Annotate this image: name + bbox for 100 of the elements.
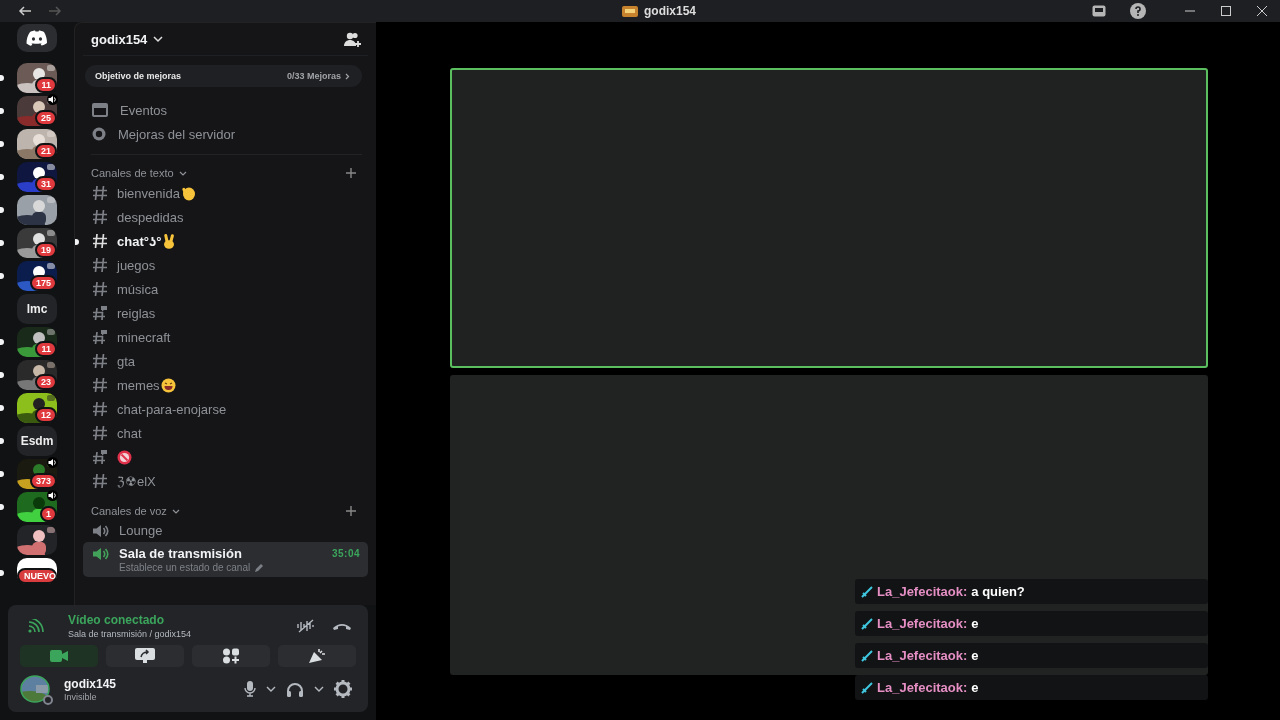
hash-icon <box>92 401 108 417</box>
headphones-icon[interactable] <box>286 681 304 697</box>
speaker-icon <box>92 523 110 538</box>
camera-button[interactable] <box>20 645 98 667</box>
call-timer: 35:04 <box>331 548 360 559</box>
victory-hand-icon <box>162 233 177 249</box>
chat-message: a quien? <box>971 584 1025 599</box>
hash-bubble-icon <box>92 305 108 321</box>
activity-icon <box>222 648 240 664</box>
plus-icon[interactable] <box>346 506 356 516</box>
menu-item[interactable]: Mejoras del servidor <box>83 126 368 142</box>
server-button[interactable]: 11 <box>17 63 57 93</box>
sword-icon <box>861 585 873 598</box>
server-button[interactable]: 12 <box>17 393 57 423</box>
chevron-down-icon[interactable] <box>178 170 187 176</box>
server-button[interactable]: 21 <box>17 129 57 159</box>
server-button[interactable]: 175 <box>17 261 57 291</box>
calendar-icon <box>92 103 108 117</box>
chat-author: La_Jefecitaok: <box>877 584 968 599</box>
channel-item[interactable]: chat <box>83 421 368 445</box>
chevron-right-icon <box>345 72 350 80</box>
soundboard-button[interactable] <box>278 645 356 667</box>
inbox-icon[interactable] <box>1092 5 1106 17</box>
server-button[interactable]: 19 <box>17 228 57 258</box>
hash-icon <box>92 185 108 201</box>
shield-icon <box>92 127 106 141</box>
channel-status-hint: Establece un estado de canal <box>119 562 251 573</box>
channel-item[interactable]: gta <box>83 349 368 373</box>
laughing-emoji-icon <box>160 377 176 393</box>
plus-icon[interactable] <box>346 168 356 178</box>
server-button[interactable]: lmc <box>17 294 57 324</box>
sword-icon <box>861 649 873 662</box>
channel-item[interactable]: memes <box>83 373 368 397</box>
hash-bubble-icon <box>92 329 108 345</box>
close-icon[interactable] <box>1256 5 1268 17</box>
server-button[interactable] <box>17 195 57 225</box>
chevron-down-icon[interactable] <box>266 686 276 692</box>
back-arrow-icon[interactable] <box>18 6 32 16</box>
window-title: godix154 <box>644 4 697 18</box>
menu-item[interactable]: Eventos <box>83 102 368 118</box>
category-header[interactable]: Canales de voz <box>91 505 167 517</box>
server-button[interactable]: 373 <box>17 459 57 489</box>
video-tile[interactable] <box>450 68 1208 368</box>
voice-channel-item[interactable]: Lounge <box>83 519 368 542</box>
signal-icon <box>28 619 44 633</box>
user-avatar[interactable] <box>20 675 50 703</box>
chat-author: La_Jefecitaok: <box>877 680 968 695</box>
mention-count: 11 <box>35 77 57 93</box>
activity-button[interactable] <box>192 645 270 667</box>
home-button[interactable] <box>17 24 57 52</box>
noise-suppression-icon[interactable] <box>296 619 316 633</box>
hang-up-icon[interactable] <box>332 621 352 631</box>
server-button[interactable]: 31 <box>17 162 57 192</box>
channel-item[interactable]: juegos <box>83 253 368 277</box>
boost-goal-bar[interactable]: Objetivo de mejoras 0/33 Mejoras <box>85 65 362 87</box>
channel-item[interactable]: música <box>83 277 368 301</box>
channel-item[interactable]: bienvenida <box>83 181 368 205</box>
settings-icon[interactable] <box>334 680 352 698</box>
sword-icon <box>861 681 873 694</box>
speaker-icon <box>92 546 110 561</box>
server-name[interactable]: godix154 <box>91 31 148 47</box>
screen-button[interactable] <box>106 645 184 667</box>
category-header[interactable]: Canales de texto <box>91 167 174 179</box>
pencil-icon <box>254 562 265 573</box>
chat-author: La_Jefecitaok: <box>877 616 968 631</box>
add-member-icon[interactable] <box>344 31 362 47</box>
connection-status: Vídeo conectado <box>68 613 166 627</box>
help-icon[interactable] <box>1130 3 1146 19</box>
microphone-icon[interactable] <box>244 681 256 697</box>
channel-item[interactable]: reiglas <box>83 301 368 325</box>
hash-icon <box>92 233 108 249</box>
hash-icon <box>92 425 108 441</box>
server-button[interactable]: 1 <box>17 492 57 522</box>
channel-item[interactable]: despedidas <box>83 205 368 229</box>
voice-channel-item[interactable]: Sala de transmisión 35:04 Establece un estado de canal <box>83 542 368 577</box>
server-button[interactable]: Esdm <box>17 426 57 456</box>
hash-icon <box>92 473 108 489</box>
chevron-down-icon[interactable] <box>314 686 324 692</box>
server-button[interactable]: 25 <box>17 96 57 126</box>
channel-item[interactable]: chat°ʖ° <box>83 229 368 253</box>
server-button[interactable]: 11 <box>17 327 57 357</box>
connection-channel[interactable]: Sala de transmisión / godix154 <box>68 629 192 639</box>
user-name: godix145 <box>64 676 117 691</box>
server-button[interactable]: 23 <box>17 360 57 390</box>
server-button[interactable] <box>17 525 57 555</box>
chevron-down-icon[interactable] <box>171 508 180 514</box>
chat-message: e <box>971 680 979 695</box>
hash-bubble-icon <box>92 449 108 465</box>
channel-item[interactable]: chat-para-enojarse <box>83 397 368 421</box>
channel-item[interactable]: minecraft <box>83 325 368 349</box>
hash-icon <box>92 353 108 369</box>
hash-icon <box>92 281 108 297</box>
screen-share-icon <box>135 648 155 664</box>
hash-icon <box>92 209 108 225</box>
channel-item[interactable]: ℨ☢elX <box>83 469 368 493</box>
server-icon <box>622 5 638 17</box>
sword-icon <box>861 617 873 630</box>
boost-count: 0/33 Mejoras <box>286 71 341 81</box>
maximize-icon[interactable] <box>1220 5 1232 17</box>
discord-logo-icon <box>26 30 48 46</box>
